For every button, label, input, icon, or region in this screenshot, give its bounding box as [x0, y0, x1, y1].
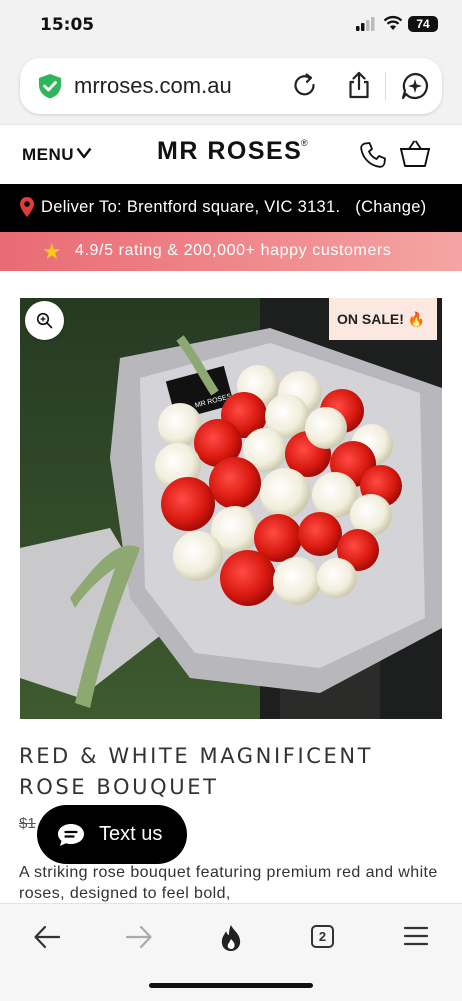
- old-price: $1: [19, 815, 36, 832]
- rating-text: 4.9/5 rating & 200,000+ happy customers: [75, 242, 392, 259]
- browser-toolbar: mrroses.com.au: [0, 48, 462, 124]
- back-icon[interactable]: [33, 924, 61, 950]
- zoom-icon: [36, 312, 53, 329]
- zoom-button[interactable]: [25, 301, 64, 340]
- home-indicator: [149, 983, 313, 988]
- chat-spark-icon[interactable]: [400, 71, 430, 101]
- share-icon[interactable]: [346, 70, 372, 100]
- rating-banner: ★ 4.9/5 rating & 200,000+ happy customer…: [0, 232, 462, 271]
- registered-mark: ®: [301, 138, 308, 148]
- product-description: A striking rose bouquet featuring premiu…: [19, 864, 438, 902]
- star-icon: ★: [42, 239, 62, 264]
- url-text: mrroses.com.au: [74, 73, 232, 98]
- location-pin-icon: [20, 197, 34, 217]
- tab-count: 2: [318, 929, 327, 944]
- bouquet-illustration: MR ROSES: [20, 298, 442, 719]
- tabs-button[interactable]: 2: [311, 925, 334, 948]
- sale-badge: ON SALE! 🔥: [329, 298, 437, 340]
- wifi-icon: [383, 15, 403, 30]
- status-time: 15:05: [40, 15, 95, 35]
- text-us-label: Text us: [99, 823, 163, 845]
- delivery-bar[interactable]: Deliver To: Brentford square, VIC 3131. …: [0, 184, 462, 232]
- product-image[interactable]: MR ROSES: [20, 298, 442, 719]
- reload-icon[interactable]: [292, 72, 318, 100]
- forward-icon[interactable]: [125, 924, 153, 950]
- battery-indicator: 74: [408, 16, 438, 32]
- change-location-link[interactable]: (Change): [355, 198, 426, 216]
- product-title: RED & WHITE MAGNIFICENT ROSE BOUQUET: [19, 744, 374, 799]
- hamburger-icon[interactable]: [404, 926, 428, 946]
- shield-check-icon: [39, 74, 61, 99]
- shopping-bag-icon[interactable]: [398, 139, 432, 169]
- chat-bubble-icon: [58, 824, 84, 846]
- delivery-address: Deliver To: Brentford square, VIC 3131.: [41, 198, 341, 216]
- site-header: MENU MR ROSES ®: [0, 124, 462, 185]
- toolbar-divider: [385, 72, 386, 100]
- delivery-text: Deliver To: Brentford square, VIC 3131. …: [41, 198, 426, 217]
- cellular-signal-icon: [356, 17, 375, 31]
- site-logo[interactable]: MR ROSES: [157, 137, 302, 166]
- status-bar: 15:05 74: [0, 0, 462, 48]
- address-bar[interactable]: mrroses.com.au: [20, 58, 442, 114]
- sale-badge-text: ON SALE! 🔥: [337, 311, 426, 327]
- fire-icon[interactable]: [219, 924, 243, 952]
- phone-icon[interactable]: [358, 140, 388, 170]
- text-us-button[interactable]: Text us: [37, 805, 187, 864]
- menu-button[interactable]: MENU: [22, 145, 74, 165]
- chevron-down-icon[interactable]: [76, 146, 92, 160]
